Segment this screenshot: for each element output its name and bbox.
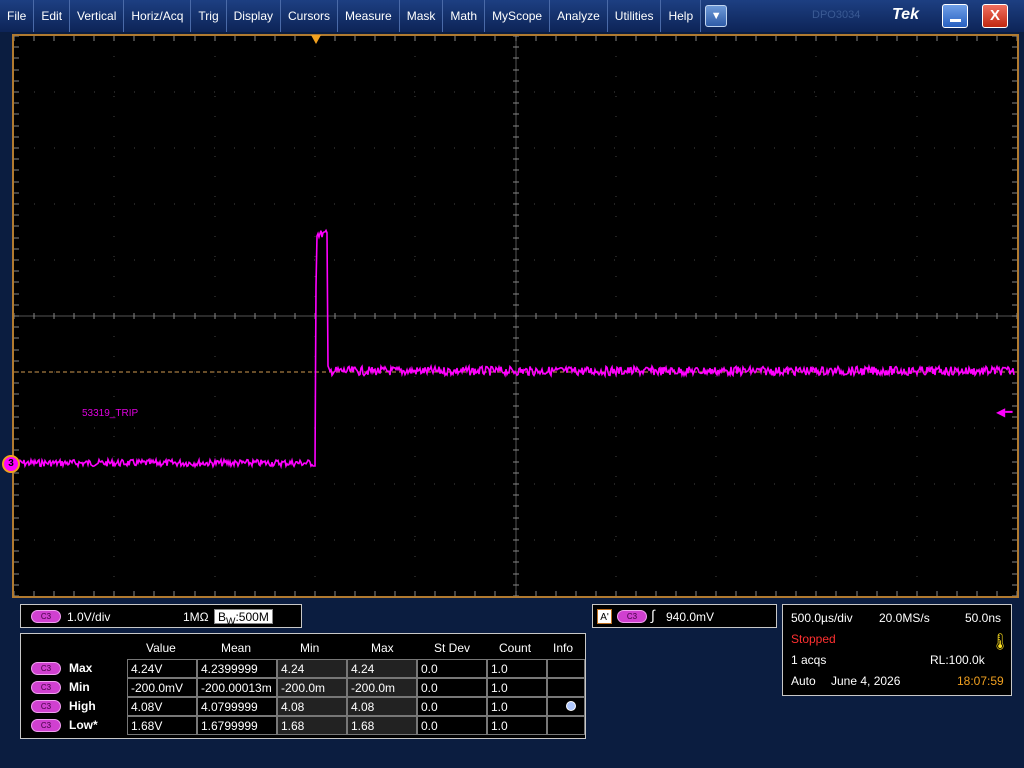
input-impedance: 1MΩ — [183, 610, 209, 624]
trigger-level-arrow-icon[interactable]: ◀━ — [996, 405, 1012, 419]
menu-file[interactable]: File — [0, 0, 35, 32]
menu-myscope[interactable]: MyScope — [485, 0, 551, 32]
vertical-scale: 1.0V/div — [67, 610, 111, 624]
bandwidth-limit: BW:500M — [214, 609, 273, 627]
measurement-row[interactable]: C3 High 4.08V 4.0799999 4.08 4.08 0.0 1.0 — [21, 697, 585, 716]
waveform-display[interactable] — [12, 34, 1019, 598]
cell-info — [547, 659, 585, 678]
chevron-down-icon[interactable]: ▼ — [705, 5, 728, 27]
header-min: Min — [300, 641, 320, 655]
measurement-row[interactable]: C3 Min -200.0mV -200.00013m -200.0m -200.0m 0.… — [21, 678, 585, 697]
resolution: 50.0ns — [965, 611, 1002, 625]
header-value: Value — [146, 641, 176, 655]
cell-info — [547, 716, 585, 735]
menu-cursors[interactable]: Cursors — [281, 0, 339, 32]
info-icon[interactable] — [566, 701, 576, 711]
cell-mean: 4.2399999 — [197, 659, 277, 678]
trigger-mode: Auto — [791, 674, 816, 688]
cell-min: 4.08 — [277, 697, 347, 716]
channel-ground-marker[interactable]: 3 — [2, 455, 20, 473]
measurement-name: Min — [69, 680, 90, 694]
menu-trig[interactable]: Trig — [191, 0, 227, 32]
cell-value: -200.0mV — [127, 678, 197, 697]
menu-mask[interactable]: Mask — [400, 0, 444, 32]
close-button[interactable]: X — [982, 4, 1008, 28]
channel-badge: C3 — [31, 610, 61, 623]
cell-mean: 4.0799999 — [197, 697, 277, 716]
time: 18:07:59 — [957, 674, 1004, 688]
cell-min: 4.24 — [277, 659, 347, 678]
bw-value: :500M — [235, 610, 269, 624]
cell-max: 1.68 — [347, 716, 417, 735]
menu-utilities[interactable]: Utilities — [608, 0, 662, 32]
cell-count: 1.0 — [487, 659, 547, 678]
cell-min: -200.0m — [277, 678, 347, 697]
graticule — [14, 36, 1017, 596]
menu-display[interactable]: Display — [227, 0, 281, 32]
horizontal-readout[interactable]: 500.0µs/div 20.0MS/s 50.0ns Stopped 🌡 1 … — [782, 604, 1012, 696]
cell-value: 1.68V — [127, 716, 197, 735]
menu-measure[interactable]: Measure — [338, 0, 400, 32]
rising-edge-icon: ∫ — [651, 607, 655, 623]
minimize-button[interactable] — [942, 4, 968, 28]
cell-mean: -200.00013m — [197, 678, 277, 697]
cell-stdev: 0.0 — [417, 659, 487, 678]
date: June 4, 2026 — [831, 674, 901, 688]
cell-value: 4.08V — [127, 697, 197, 716]
cell-count: 1.0 — [487, 716, 547, 735]
measurement-name: Max — [69, 661, 93, 675]
channel-badge: C3 — [31, 700, 61, 713]
menu-horiz-acq[interactable]: Horiz/Acq — [124, 0, 192, 32]
acq-count: 1 acqs — [791, 653, 827, 667]
cell-count: 1.0 — [487, 697, 547, 716]
menu-analyze[interactable]: Analyze — [550, 0, 608, 32]
acq-state: Stopped — [791, 632, 836, 646]
measurement-name: Low* — [69, 718, 98, 732]
menu-vertical[interactable]: Vertical — [70, 0, 125, 32]
bw-prefix: B — [218, 610, 227, 624]
header-stdev: St Dev — [434, 641, 471, 655]
vertical-readout[interactable]: C3 1.0V/div 1MΩ BW:500M — [20, 604, 302, 628]
cell-value: 4.24V — [127, 659, 197, 678]
measurement-row[interactable]: C3 Low* 1.68V 1.6799999 1.68 1.68 0.0 1.0 — [21, 716, 585, 735]
thermometer-icon: 🌡 — [990, 634, 1011, 651]
menu-bar: File Edit Vertical Horiz/Acq Trig Displa… — [0, 0, 1024, 32]
trigger-level: 940.0mV — [666, 610, 715, 624]
record-length: RL:100.0k — [930, 653, 985, 667]
oscilloscope-app: File Edit Vertical Horiz/Acq Trig Displa… — [0, 0, 1024, 768]
header-mean: Mean — [221, 641, 252, 655]
menu-math[interactable]: Math — [443, 0, 486, 32]
measurement-table[interactable]: Value Mean Min Max St Dev Count Info C3 M… — [20, 633, 586, 739]
trigger-position-icon[interactable] — [311, 35, 321, 44]
menu-edit[interactable]: Edit — [34, 0, 71, 32]
cell-count: 1.0 — [487, 678, 547, 697]
cell-info — [547, 678, 585, 697]
channel-badge: C3 — [31, 662, 61, 675]
trigger-channel-badge: C3 — [617, 610, 647, 623]
menu-help[interactable]: Help — [661, 0, 702, 32]
cell-stdev: 0.0 — [417, 678, 487, 697]
cell-stdev: 0.0 — [417, 697, 487, 716]
cell-max: 4.08 — [347, 697, 417, 716]
tek-logo: Tek — [892, 6, 919, 23]
waveform-label: 53319_TRIP — [82, 408, 139, 419]
header-info: Info — [553, 641, 574, 655]
cell-mean: 1.6799999 — [197, 716, 277, 735]
model-watermark: DPO3034 — [812, 9, 861, 21]
header-max: Max — [371, 641, 394, 655]
sample-rate: 20.0MS/s — [879, 611, 930, 625]
measurement-row[interactable]: C3 Max 4.24V 4.2399999 4.24 4.24 0.0 1.0 — [21, 659, 585, 678]
header-count: Count — [499, 641, 532, 655]
trigger-mode-icon: A' — [597, 609, 612, 624]
channel-badge: C3 — [31, 681, 61, 694]
channel-badge: C3 — [31, 719, 61, 732]
horizontal-scale: 500.0µs/div — [791, 611, 853, 625]
cell-stdev: 0.0 — [417, 716, 487, 735]
cell-max: -200.0m — [347, 678, 417, 697]
cell-max: 4.24 — [347, 659, 417, 678]
trigger-readout[interactable]: A' C3 ∫ 940.0mV — [592, 604, 777, 628]
cell-min: 1.68 — [277, 716, 347, 735]
measurement-name: High — [69, 699, 96, 713]
